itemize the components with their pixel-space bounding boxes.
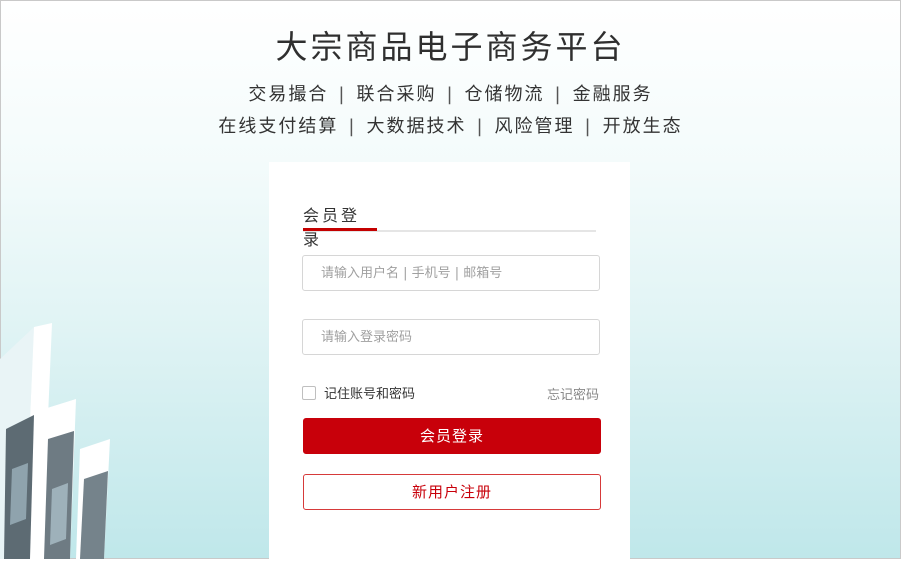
- separator: |: [476, 116, 485, 137]
- login-button[interactable]: 会员登录: [303, 418, 601, 454]
- remember-checkbox[interactable]: [302, 385, 316, 400]
- feature-line-1: 交易撮合 | 联合采购 | 仓储物流 | 金融服务: [0, 80, 901, 106]
- building-illustration: [0, 323, 110, 559]
- login-card: 会员登录 记住账号和密码 忘记密码 会员登录 新用户注册: [269, 162, 630, 562]
- separator: |: [446, 84, 455, 105]
- feature-line-2: 在线支付结算 | 大数据技术 | 风险管理 | 开放生态: [0, 112, 901, 138]
- feature-big-data: 大数据技术: [366, 116, 467, 137]
- feature-warehouse-logistics: 仓储物流: [464, 84, 545, 105]
- feature-risk-management: 风险管理: [494, 116, 575, 137]
- feature-online-payment: 在线支付结算: [218, 116, 339, 137]
- feature-trade-matching: 交易撮合: [248, 84, 329, 105]
- feature-open-ecosystem: 开放生态: [602, 116, 683, 137]
- separator: |: [554, 84, 563, 105]
- separator: |: [338, 84, 347, 105]
- feature-joint-purchase: 联合采购: [356, 84, 437, 105]
- username-input[interactable]: [302, 255, 600, 291]
- password-input[interactable]: [302, 319, 600, 355]
- login-tab-bar: 会员登录: [303, 202, 596, 249]
- remember-me[interactable]: 记住账号和密码: [302, 383, 415, 402]
- page-title: 大宗商品电子商务平台: [275, 28, 626, 66]
- remember-label: 记住账号和密码: [324, 387, 416, 402]
- separator: |: [584, 116, 593, 137]
- register-button[interactable]: 新用户注册: [303, 474, 601, 510]
- separator: |: [348, 116, 357, 137]
- tab-member-login[interactable]: 会员登录: [303, 202, 377, 249]
- forgot-password-link[interactable]: 忘记密码: [547, 384, 599, 403]
- feature-financial-services: 金融服务: [572, 84, 653, 105]
